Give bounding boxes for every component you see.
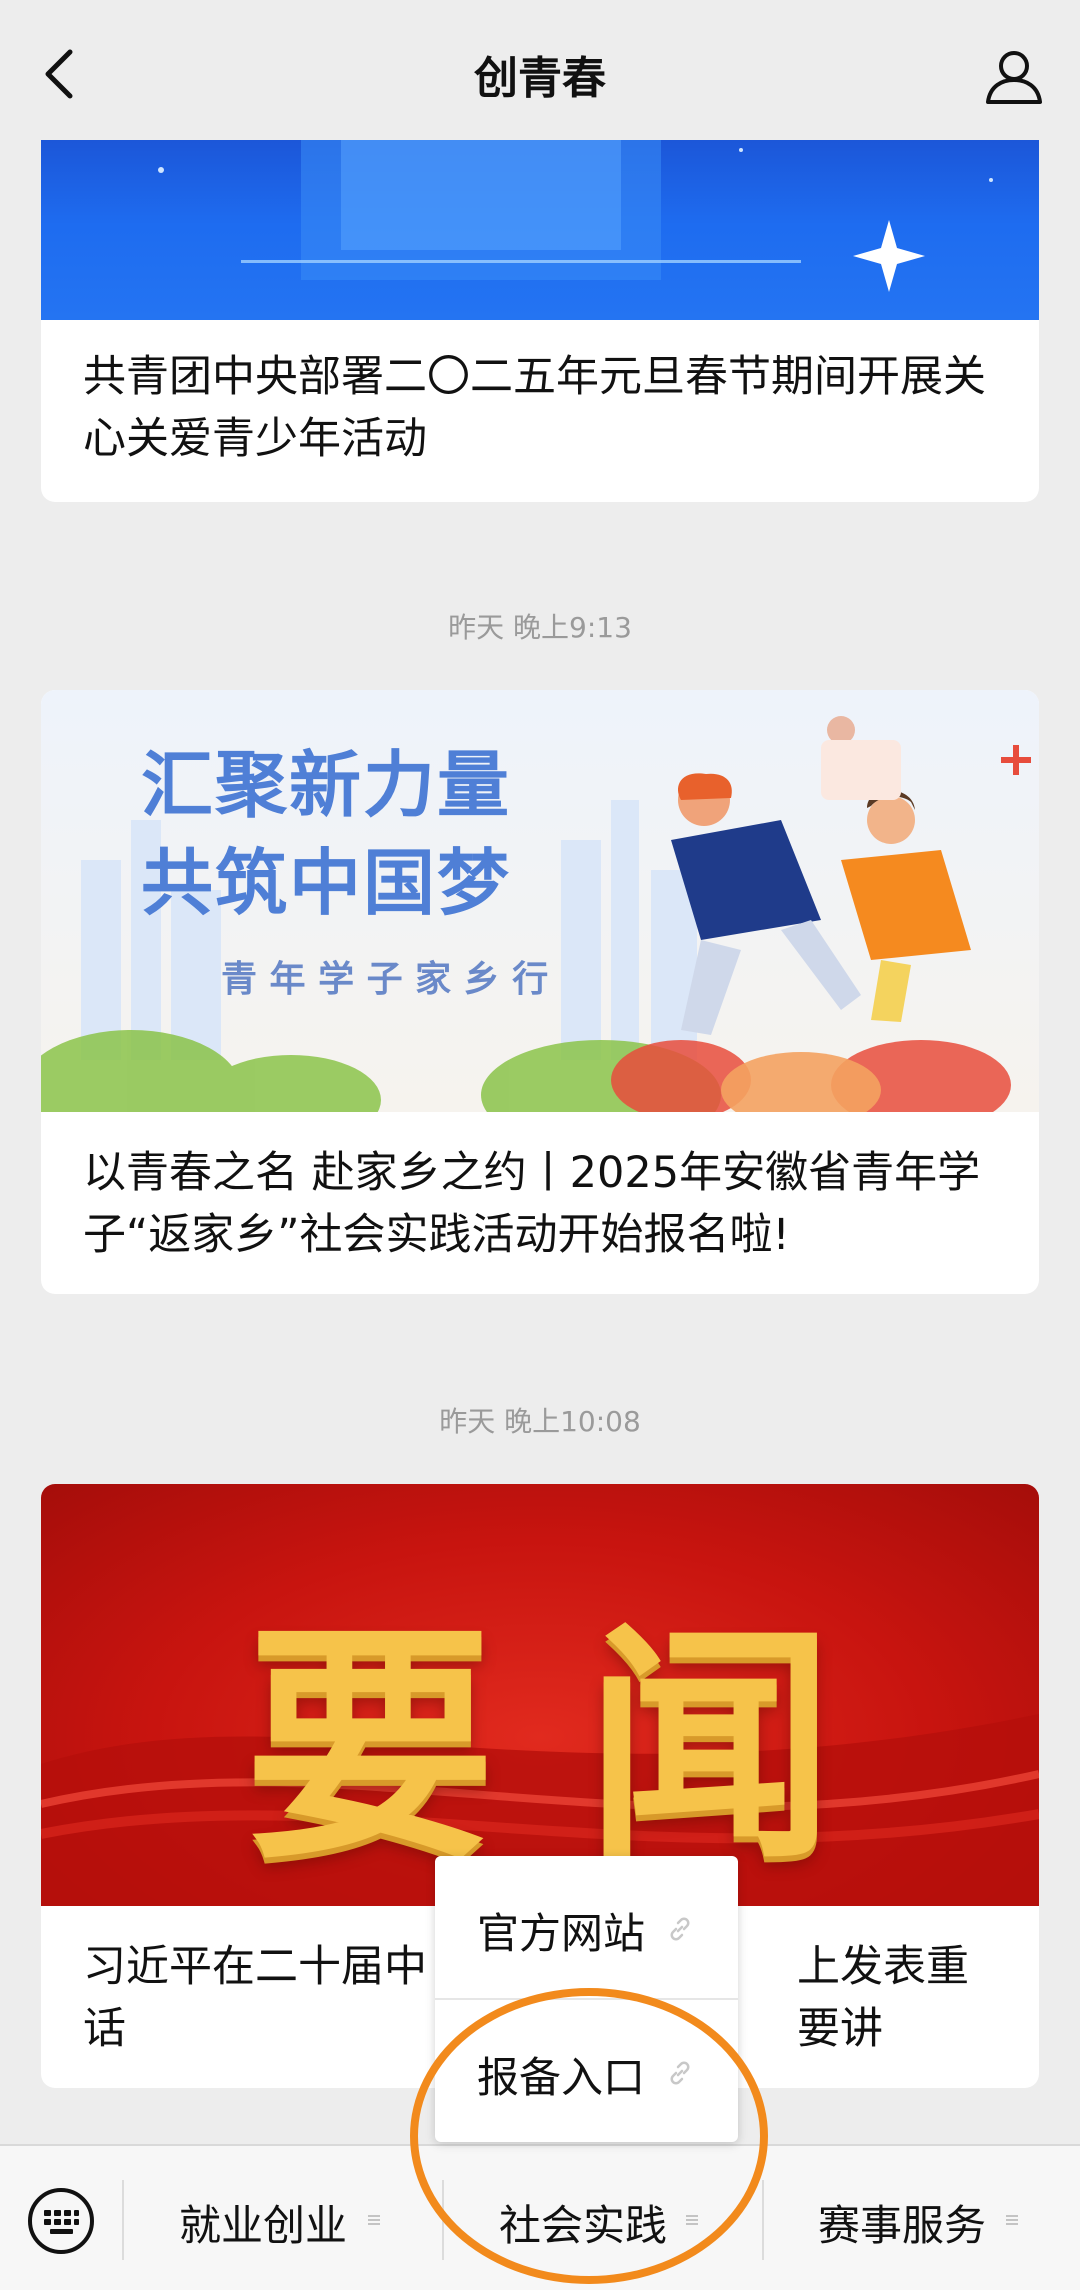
article-banner-image: 汇聚新力量 共筑中国梦 青 年 学 子 家 乡 行	[41, 690, 1039, 1112]
submenu-item-filing-entry[interactable]: 报备入口	[435, 2000, 738, 2140]
link-icon	[670, 1917, 690, 1941]
article-card[interactable]: 共青团中央部署二〇二五年元旦春节期间开展关心关爱青少年活动	[41, 110, 1039, 502]
menu-item-label: 社会实践	[498, 2201, 667, 2250]
submenu-item-official-site[interactable]: 官方网站	[435, 1856, 738, 1996]
page-title: 创青春	[474, 53, 606, 104]
article-title: 以青春之名 赴家乡之约丨2025年安徽省青年学子“返家乡”社会实践活动开始报名啦…	[83, 1148, 981, 1260]
menu-item-label: 就业创业	[178, 2201, 347, 2250]
timestamp: 昨天 晚上10:08	[439, 1405, 641, 1438]
article-banner-image	[41, 110, 1039, 320]
submenu-item-label: 官方网站	[477, 1909, 646, 1958]
bottom-menu-bar: 就业创业 社会实践 赛事服务	[0, 2144, 1080, 2290]
top-nav-bar: 创青春	[0, 0, 1080, 140]
submenu-indicator-icon	[368, 2215, 380, 2225]
menu-item-competition-services[interactable]: 赛事服务	[764, 2146, 1080, 2290]
article-banner-image: 要闻	[41, 1484, 1039, 1906]
submenu-popup: 官方网站 报备入口	[435, 1856, 738, 2142]
banner-text: 汇聚新力量	[141, 743, 512, 827]
back-arrow-icon[interactable]	[36, 46, 92, 102]
menu-item-label: 赛事服务	[817, 2201, 986, 2250]
keyboard-icon[interactable]	[26, 2186, 96, 2256]
person-icon[interactable]	[982, 44, 1046, 108]
article-title: 共青团中央部署二〇二五年元旦春节期间开展关心关爱青少年活动	[83, 352, 986, 464]
banner-text: 要闻	[245, 1602, 925, 1893]
submenu-indicator-icon	[1006, 2215, 1018, 2225]
article-card[interactable]: 汇聚新力量 共筑中国梦 青 年 学 子 家 乡 行 以青春之名 赴家乡之约丨20…	[41, 690, 1039, 1294]
article-title-left: 习近平在二十届中	[83, 1942, 427, 1992]
banner-subtext: 青 年 学 子 家 乡 行	[221, 959, 549, 1000]
timestamp: 昨天 晚上9:13	[448, 611, 632, 644]
banner-text: 共筑中国梦	[141, 841, 512, 925]
submenu-indicator-icon	[686, 2215, 698, 2225]
submenu-item-label: 报备入口	[477, 2053, 646, 2102]
link-icon	[670, 2061, 690, 2085]
menu-item-social-practice[interactable]: 社会实践	[444, 2146, 762, 2290]
menu-item-employment[interactable]: 就业创业	[124, 2146, 442, 2290]
